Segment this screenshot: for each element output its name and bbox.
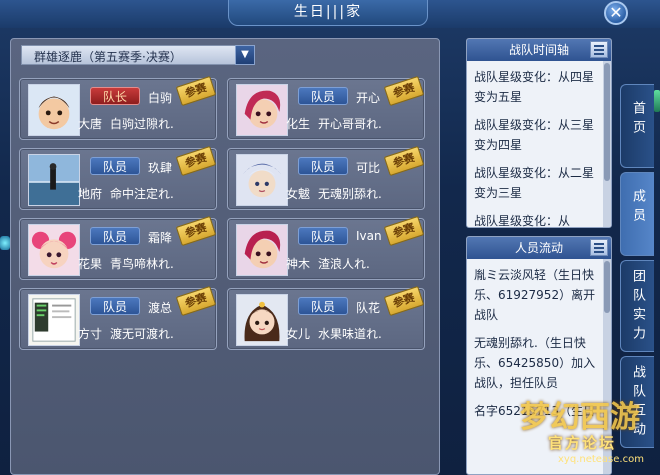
member-school: 女儿 <box>286 327 311 341</box>
member-name: 开心 <box>356 91 381 105</box>
season-dropdown[interactable]: 群雄逐鹿（第五赛季·决赛） ▼ <box>21 45 255 65</box>
tab-team-strength[interactable]: 团队实力 <box>620 260 654 352</box>
member-panel: 群雄逐鹿（第五赛季·决赛） ▼ 队长 白驹 大唐 白驹过隙れ. 参赛 队员 开心… <box>10 38 440 475</box>
member-school: 地府 <box>78 187 103 201</box>
member-nickname: 无魂别舔れ. <box>318 187 382 201</box>
member-school: 花果 <box>78 257 103 271</box>
tab-home[interactable]: 首页 <box>620 84 654 168</box>
timeline-panel: 战队时间轴 战队星级变化：从四星变为五星 战队星级变化：从三星变为四星 战队星级… <box>466 38 612 228</box>
timeline-entry: 战队星级变化：从二星变为三星 <box>474 166 595 200</box>
member-avatar <box>236 224 288 276</box>
menu-icon[interactable] <box>590 41 608 58</box>
participant-stamp: 参赛 <box>383 285 425 317</box>
timeline-scrollbar[interactable] <box>603 61 611 227</box>
member-flow-entry: 胤ミ云淡风轻（生日快乐、61927952）离开战队 <box>474 268 596 322</box>
member-school: 方寸 <box>78 327 103 341</box>
member-nickname: 渡无可渡れ. <box>110 327 174 341</box>
tab-team-interaction[interactable]: 战队互动 <box>620 356 654 448</box>
participant-stamp: 参赛 <box>175 215 217 247</box>
role-badge: 队员 <box>90 227 140 245</box>
member-flow-list: 胤ミ云淡风轻（生日快乐、61927952）离开战队 无魂别舔れ.（生日快乐、65… <box>467 259 603 474</box>
role-badge: 队员 <box>90 157 140 175</box>
member-card[interactable]: 队员 队花 女儿 水果味道れ. 参赛 <box>227 285 425 350</box>
role-badge: 队员 <box>298 297 348 315</box>
member-name: 队花 <box>356 301 381 315</box>
role-badge: 队员 <box>298 87 348 105</box>
member-avatar <box>236 154 288 206</box>
member-school: 女魃 <box>286 187 311 201</box>
participant-stamp: 参赛 <box>175 285 217 317</box>
scrollbar-thumb[interactable] <box>604 63 610 181</box>
member-flow-entry: 名字65215713（生日 <box>474 404 596 418</box>
member-card[interactable]: 队员 可比 女魃 无魂别舔れ. 参赛 <box>227 145 425 210</box>
window-title: 生日|||家 <box>228 0 428 26</box>
participant-stamp: 参赛 <box>383 145 425 177</box>
participant-stamp: 参赛 <box>175 145 217 177</box>
timeline-entry: 战队星级变化：从四星变为五星 <box>474 70 595 104</box>
member-card[interactable]: 队员 开心 化生 开心哥哥れ. 参赛 <box>227 75 425 140</box>
close-icon: ✕ <box>609 3 623 22</box>
member-name: 渡总 <box>148 301 173 315</box>
close-button[interactable]: ✕ <box>604 1 628 25</box>
member-avatar <box>236 294 288 346</box>
role-badge: 队员 <box>298 227 348 245</box>
member-name: Ivan <box>356 229 382 243</box>
participant-stamp: 参赛 <box>383 75 425 107</box>
member-name: 霜降 <box>148 231 173 245</box>
member-nickname: 开心哥哥れ. <box>318 117 382 131</box>
member-nickname: 白驹过隙れ. <box>110 117 174 131</box>
member-flow-entry: 无魂别舔れ.（生日快乐、65425850）加入战队，担任队员 <box>474 336 596 390</box>
member-school: 化生 <box>286 117 311 131</box>
gem-ornament <box>0 236 10 250</box>
tab-members-label: 成员 <box>630 189 645 227</box>
timeline-list: 战队星级变化：从四星变为五星 战队星级变化：从三星变为四星 战队星级变化：从二星… <box>467 61 603 227</box>
member-avatar <box>28 154 80 206</box>
member-flow-scrollbar[interactable] <box>603 259 611 474</box>
role-badge: 队员 <box>298 157 348 175</box>
chevron-down-icon[interactable]: ▼ <box>235 45 255 65</box>
member-card[interactable]: 队员 Ivan 神木 渣浪人れ. 参赛 <box>227 215 425 280</box>
gem-ornament <box>654 90 660 112</box>
member-avatar <box>28 294 80 346</box>
tab-team-strength-label: 团队实力 <box>630 269 645 345</box>
member-nickname: 命中注定れ. <box>110 187 174 201</box>
member-avatar <box>28 224 80 276</box>
participant-stamp: 参赛 <box>383 215 425 247</box>
member-nickname: 水果味道れ. <box>318 327 382 341</box>
title-bar: 生日|||家 ✕ <box>0 0 660 28</box>
member-flow-panel: 人员流动 胤ミ云淡风轻（生日快乐、61927952）离开战队 无魂别舔れ.（生日… <box>466 236 612 475</box>
team-window: 生日|||家 ✕ 群雄逐鹿（第五赛季·决赛） ▼ 队长 白驹 大唐 白驹过隙れ.… <box>0 0 660 475</box>
member-avatar <box>236 84 288 136</box>
member-school: 神木 <box>286 257 311 271</box>
participant-stamp: 参赛 <box>175 75 217 107</box>
member-card[interactable]: 队员 渡总 方寸 渡无可渡れ. 参赛 <box>19 285 217 350</box>
member-name: 玖肆 <box>148 161 173 175</box>
member-nickname: 青鸟啼林れ. <box>110 257 174 271</box>
tab-team-interaction-label: 战队互动 <box>630 365 645 441</box>
member-name: 白驹 <box>148 91 173 105</box>
role-badge: 队员 <box>90 297 140 315</box>
tab-home-label: 首页 <box>630 101 645 139</box>
member-name: 可比 <box>356 161 381 175</box>
menu-icon[interactable] <box>590 239 608 256</box>
member-school: 大唐 <box>78 117 103 131</box>
timeline-entry: 战队星级变化：从 <box>474 214 571 227</box>
timeline-entry: 战队星级变化：从三星变为四星 <box>474 118 595 152</box>
scrollbar-thumb[interactable] <box>604 261 610 313</box>
member-card[interactable]: 队长 白驹 大唐 白驹过隙れ. 参赛 <box>19 75 217 140</box>
tab-members[interactable]: 成员 <box>620 172 654 256</box>
season-dropdown-value: 群雄逐鹿（第五赛季·决赛） <box>34 50 182 64</box>
member-nickname: 渣浪人れ. <box>318 257 370 271</box>
member-card[interactable]: 队员 霜降 花果 青鸟啼林れ. 参赛 <box>19 215 217 280</box>
member-card[interactable]: 队员 玖肆 地府 命中注定れ. 参赛 <box>19 145 217 210</box>
role-badge-leader: 队长 <box>90 87 140 105</box>
member-avatar <box>28 84 80 136</box>
